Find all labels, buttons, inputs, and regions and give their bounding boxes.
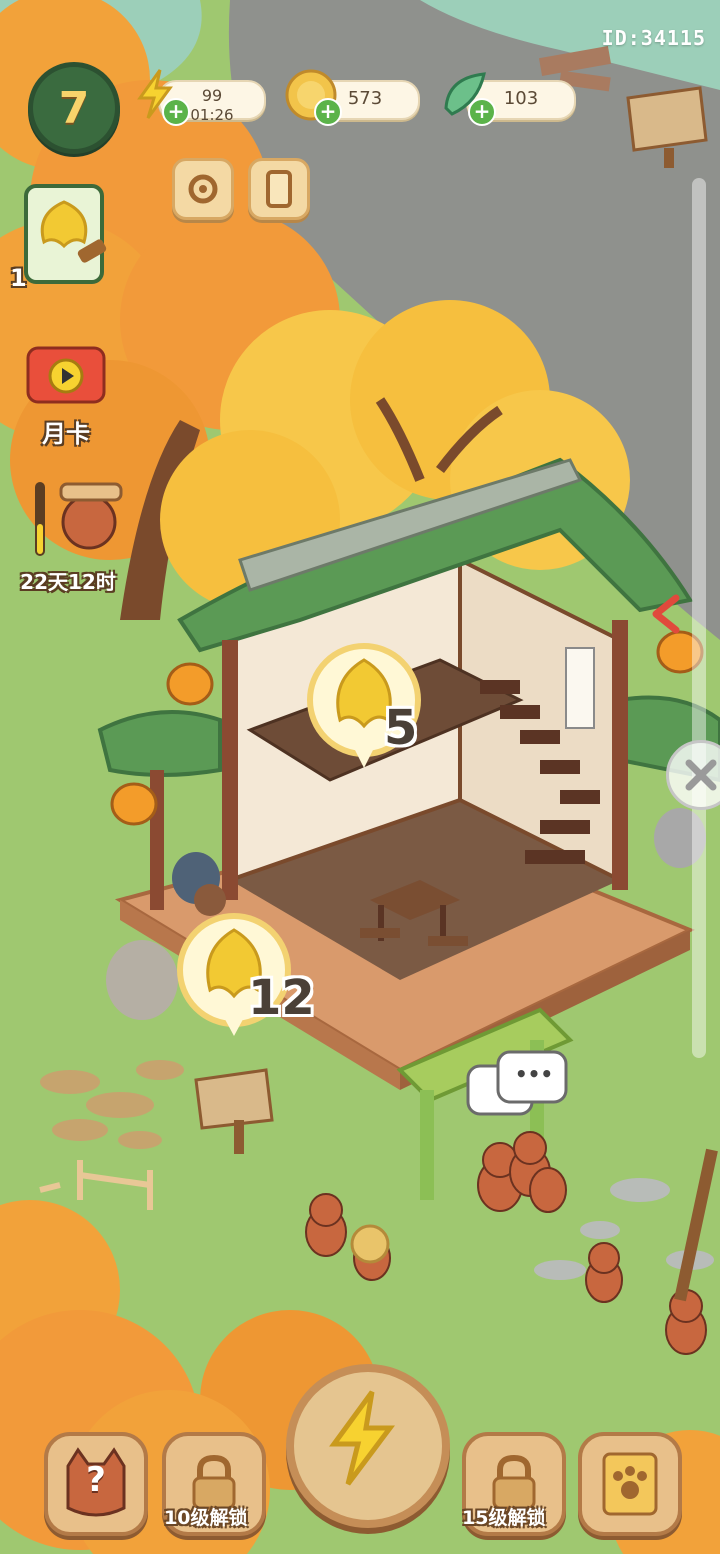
- event-timer: 22天12时: [20, 570, 116, 594]
- help-button[interactable]: ?: [44, 1432, 148, 1536]
- bottom-bar: ? 10级解锁 15级解锁: [0, 1364, 720, 1554]
- ginkgo-quest-icon: [24, 184, 107, 284]
- chevron-left-icon[interactable]: [646, 592, 690, 638]
- level-badge[interactable]: 7: [28, 62, 120, 154]
- speech-dots: •••: [514, 1062, 554, 1086]
- event-button[interactable]: 22天12时: [8, 476, 128, 595]
- monthly-card-icon: [26, 346, 106, 404]
- settings-button[interactable]: [172, 158, 234, 220]
- locked-right-label: 15级解锁: [462, 1507, 546, 1529]
- bubble-bottom-count: 12: [248, 970, 315, 1026]
- level-number: 7: [58, 82, 90, 134]
- pillar-right: [612, 620, 628, 890]
- pillar-left: [222, 640, 238, 900]
- coin-drop-icon: [350, 1224, 390, 1264]
- energy-action-button[interactable]: [286, 1364, 450, 1528]
- red-panda-event-icon: [35, 482, 123, 556]
- bubble-top-count: 5: [384, 700, 418, 756]
- paw-card-button[interactable]: [578, 1432, 682, 1536]
- leaves-plus-button[interactable]: +: [468, 98, 496, 126]
- monthly-card-label: 月卡: [42, 420, 90, 448]
- side-close-button[interactable]: [666, 740, 720, 810]
- locked-left-label: 10级解锁: [164, 1507, 248, 1529]
- gear-icon: [188, 174, 218, 204]
- card-icon: [266, 170, 292, 208]
- energy-plus-button[interactable]: +: [162, 98, 190, 126]
- paw-card-icon: [602, 1452, 658, 1516]
- close-icon: [685, 759, 717, 791]
- coins-plus-button[interactable]: +: [314, 98, 342, 126]
- player-id: ID:34115: [601, 26, 706, 50]
- lightning-icon: [329, 1390, 395, 1486]
- right-scroll-track[interactable]: [692, 178, 706, 1058]
- card-button[interactable]: [248, 158, 310, 220]
- quest-card-button[interactable]: [22, 180, 108, 294]
- monthly-card-button[interactable]: 月卡: [18, 340, 114, 449]
- game-scene: [0, 0, 720, 1554]
- quest-card-count: 1: [10, 264, 27, 292]
- scene-artwork: [0, 0, 720, 1554]
- wall-scroll: [565, 647, 595, 729]
- help-symbol: ?: [86, 1460, 106, 1500]
